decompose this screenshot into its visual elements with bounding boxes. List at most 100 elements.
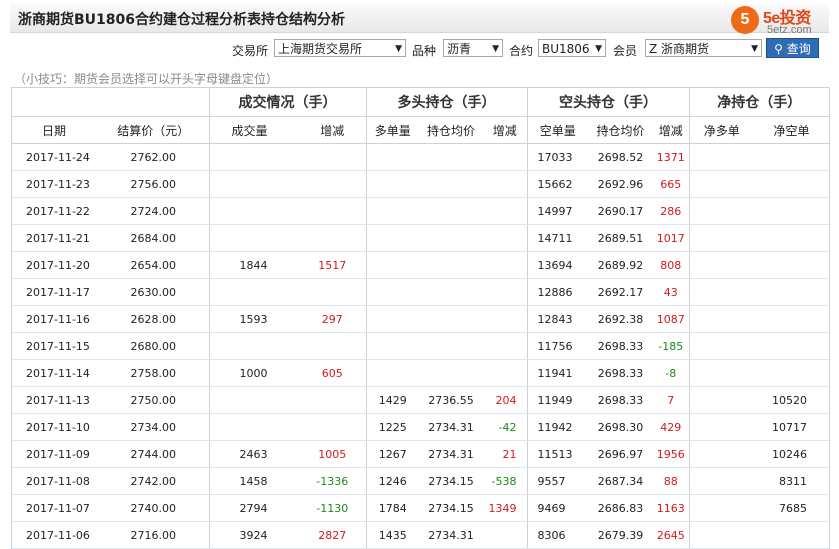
query-button[interactable]: ⚲ 查询 bbox=[766, 38, 819, 58]
table-row: 2017-11-13 2750.00 1429 2736.55 204 11949 2698… bbox=[12, 386, 829, 414]
cell-short-pos: 8306 bbox=[527, 521, 588, 549]
exchange-select[interactable]: 上海期货交易所 ▼ bbox=[274, 39, 406, 57]
cell-short-pos: 11756 bbox=[527, 332, 588, 360]
cell-short-pos: 11949 bbox=[527, 386, 588, 414]
cell-settle: 2654.00 bbox=[98, 251, 210, 279]
cell-short-change: 1956 bbox=[653, 440, 690, 468]
cell-long-change bbox=[483, 278, 528, 306]
variety-label: 品种 bbox=[412, 44, 437, 58]
cell-vol-change bbox=[299, 224, 367, 252]
cell-short-change: 88 bbox=[653, 467, 690, 495]
cell-net-long bbox=[689, 359, 754, 387]
cell-long-pos bbox=[366, 251, 419, 279]
cell-long-pos bbox=[366, 197, 419, 225]
cell-net-long bbox=[689, 305, 754, 333]
table-body: 2017-11-24 2762.00 17033 2698.52 1371 2017-11… bbox=[12, 143, 829, 549]
col-long-change: 增减 bbox=[483, 116, 528, 144]
cell-net-short bbox=[754, 305, 829, 333]
cell-vol-change: 1005 bbox=[299, 440, 367, 468]
cell-long-avg: 2736.55 bbox=[419, 386, 483, 414]
cell-short-pos: 11942 bbox=[527, 413, 588, 441]
cell-long-pos: 1435 bbox=[366, 521, 419, 549]
cell-short-avg: 2698.33 bbox=[588, 332, 653, 360]
cell-volume bbox=[209, 332, 299, 360]
cell-date: 2017-11-08 bbox=[12, 467, 98, 495]
cell-short-change: 2645 bbox=[653, 521, 690, 549]
chevron-down-icon: ▼ bbox=[595, 44, 602, 54]
cell-short-avg: 2692.17 bbox=[588, 278, 653, 306]
cell-long-change bbox=[483, 305, 528, 333]
cell-date: 2017-11-23 bbox=[12, 170, 98, 198]
cell-settle: 2742.00 bbox=[98, 467, 210, 495]
cell-long-avg bbox=[419, 278, 483, 306]
cell-long-pos: 1246 bbox=[366, 467, 419, 495]
cell-net-short: 10246 bbox=[754, 440, 829, 468]
cell-net-long bbox=[689, 494, 754, 522]
cell-net-long bbox=[689, 251, 754, 279]
group-header-row: 成交情况（手） 多头持仓（手） 空头持仓（手） 净持仓（手） bbox=[12, 87, 829, 117]
header-empty bbox=[12, 87, 210, 117]
query-label: 查询 bbox=[786, 42, 811, 56]
cell-net-short: 8311 bbox=[754, 467, 829, 495]
cell-volume: 1000 bbox=[209, 359, 299, 387]
cell-long-change: -538 bbox=[483, 467, 528, 495]
cell-date: 2017-11-24 bbox=[12, 143, 98, 171]
variety-select[interactable]: 沥青 ▼ bbox=[443, 39, 503, 57]
cell-date: 2017-11-14 bbox=[12, 359, 98, 387]
cell-date: 2017-11-20 bbox=[12, 251, 98, 279]
cell-net-short bbox=[754, 521, 829, 549]
cell-short-change: -185 bbox=[653, 332, 690, 360]
cell-long-change bbox=[483, 332, 528, 360]
cell-volume bbox=[209, 197, 299, 225]
cell-net-short bbox=[754, 170, 829, 198]
cell-long-avg bbox=[419, 359, 483, 387]
cell-long-avg: 2734.31 bbox=[419, 521, 483, 549]
cell-short-avg: 2687.34 bbox=[588, 467, 653, 495]
cell-vol-change bbox=[299, 170, 367, 198]
cell-date: 2017-11-16 bbox=[12, 305, 98, 333]
cell-net-long bbox=[689, 197, 754, 225]
cell-short-change: 1371 bbox=[653, 143, 690, 171]
cell-settle: 2734.00 bbox=[98, 413, 210, 441]
cell-date: 2017-11-09 bbox=[12, 440, 98, 468]
cell-long-pos bbox=[366, 224, 419, 252]
table-row: 2017-11-08 2742.00 1458 -1336 1246 2734.15 -53… bbox=[12, 467, 829, 495]
cell-net-long bbox=[689, 170, 754, 198]
cell-net-short bbox=[754, 359, 829, 387]
cell-short-avg: 2698.33 bbox=[588, 386, 653, 414]
chevron-down-icon: ▼ bbox=[395, 44, 402, 54]
table-row: 2017-11-16 2628.00 1593 297 12843 2692.38 1087 bbox=[12, 305, 829, 333]
cell-net-long bbox=[689, 440, 754, 468]
variety-value: 沥青 bbox=[447, 42, 472, 56]
contract-select[interactable]: BU1806 ▼ bbox=[538, 39, 606, 57]
cell-short-avg: 2690.17 bbox=[588, 197, 653, 225]
cell-long-avg: 2734.15 bbox=[419, 494, 483, 522]
cell-settle: 2762.00 bbox=[98, 143, 210, 171]
cell-volume bbox=[209, 413, 299, 441]
cell-short-change: -8 bbox=[653, 359, 690, 387]
cell-settle: 2758.00 bbox=[98, 359, 210, 387]
cell-short-change: 7 bbox=[653, 386, 690, 414]
cell-short-avg: 2689.51 bbox=[588, 224, 653, 252]
cell-short-change: 808 bbox=[653, 251, 690, 279]
contract-value: BU1806 bbox=[542, 42, 590, 56]
cell-long-pos bbox=[366, 278, 419, 306]
table-row: 2017-11-21 2684.00 14711 2689.51 1017 bbox=[12, 224, 829, 252]
cell-settle: 2744.00 bbox=[98, 440, 210, 468]
cell-vol-change: -1336 bbox=[299, 467, 367, 495]
cell-vol-change bbox=[299, 197, 367, 225]
cell-short-change: 665 bbox=[653, 170, 690, 198]
cell-volume: 2463 bbox=[209, 440, 299, 468]
col-date: 日期 bbox=[12, 116, 98, 144]
col-volume: 成交量 bbox=[209, 116, 299, 144]
cell-volume bbox=[209, 170, 299, 198]
member-select[interactable]: Z 浙商期货 ▼ bbox=[645, 39, 762, 57]
cell-net-short bbox=[754, 278, 829, 306]
member-value: Z 浙商期货 bbox=[649, 42, 710, 56]
cell-long-change: 204 bbox=[483, 386, 528, 414]
cell-net-short bbox=[754, 332, 829, 360]
logo[interactable]: 5 5e投资 5etz.com bbox=[731, 4, 831, 38]
header-net: 净持仓（手） bbox=[717, 95, 802, 111]
cell-long-avg bbox=[419, 251, 483, 279]
cell-long-avg: 2734.31 bbox=[419, 440, 483, 468]
